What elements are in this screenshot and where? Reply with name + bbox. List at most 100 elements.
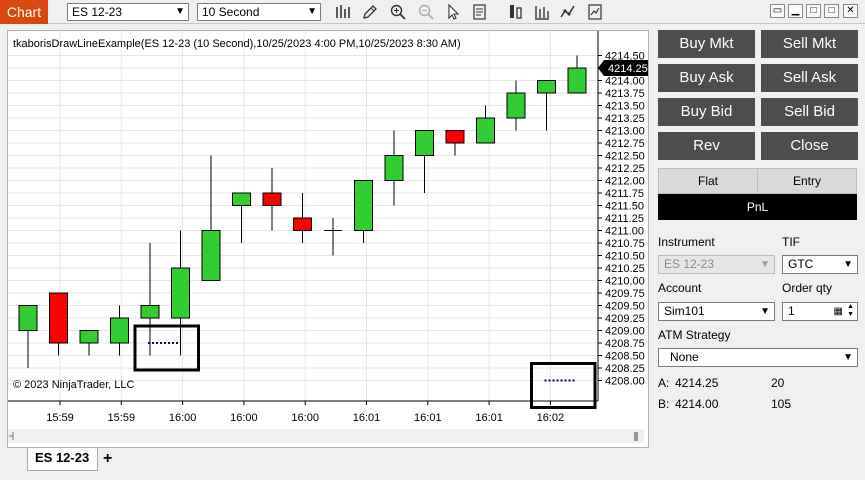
- add-tab-button[interactable]: +: [103, 450, 112, 468]
- zoom-in-icon[interactable]: [389, 3, 407, 21]
- rev-button[interactable]: Rev: [658, 132, 755, 160]
- candle-up: [384, 155, 404, 181]
- instrument-selector-value: ES 12-23: [72, 5, 123, 19]
- candle-up: [18, 305, 38, 331]
- tif-select[interactable]: GTC ▼: [782, 255, 858, 274]
- atm-strategy-label: ATM Strategy: [658, 328, 731, 342]
- position-status: Flat: [658, 168, 758, 194]
- candle-down: [262, 192, 282, 206]
- x-tick-label: 16:01: [414, 412, 442, 424]
- bar-type-icon[interactable]: [334, 3, 352, 21]
- candle-down: [49, 292, 68, 344]
- instrument-selector[interactable]: ES 12-23 ▼: [67, 3, 189, 21]
- calculator-icon[interactable]: ▦: [834, 303, 843, 320]
- chevron-down-icon: ▼: [760, 306, 770, 317]
- interval-selector-value: 10 Second: [202, 5, 260, 19]
- x-tick-label: 16:00: [230, 412, 258, 424]
- x-tick-label: 15:59: [46, 412, 74, 424]
- ask-label: A:: [658, 376, 670, 390]
- y-tick-label: 4211.50: [605, 201, 644, 213]
- account-select[interactable]: Sim101 ▼: [658, 302, 775, 321]
- tab-es-12-23[interactable]: ES 12-23: [27, 448, 98, 471]
- highlight-box[interactable]: [133, 324, 200, 372]
- candle-up: [79, 330, 99, 344]
- atm-strategy-select[interactable]: None ▼: [658, 348, 858, 367]
- y-tick-label: 4212.50: [605, 151, 645, 163]
- app-tag: Chart: [0, 0, 48, 24]
- y-tick-label: 4210.00: [605, 276, 645, 288]
- y-tick-label: 4213.00: [605, 126, 645, 138]
- y-tick-label: 4210.50: [605, 251, 645, 263]
- chevron-down-icon: ▼: [175, 6, 185, 17]
- y-tick-label: 4211.25: [605, 213, 644, 225]
- buy-ask-button[interactable]: Buy Ask: [658, 64, 755, 92]
- y-tick-label: 4209.75: [605, 288, 645, 300]
- candle-up: [232, 192, 251, 206]
- ask-price: 4214.25: [675, 376, 719, 390]
- close-icon[interactable]: ✕: [843, 4, 858, 18]
- y-tick-label: 4209.50: [605, 301, 645, 313]
- candle-up: [476, 117, 495, 144]
- y-tick-label: 4210.25: [605, 263, 645, 275]
- pointer-icon[interactable]: [444, 3, 462, 21]
- instrument-field: ES 12-23 ▼: [658, 255, 775, 274]
- y-tick-label: 4212.25: [605, 163, 645, 175]
- bid-size: 105: [771, 397, 792, 411]
- chart-trader-icon[interactable]: [507, 3, 525, 21]
- candle-up: [171, 267, 190, 319]
- buy-bid-button[interactable]: Buy Bid: [658, 98, 755, 126]
- candle-up: [415, 130, 434, 156]
- order-qty-label: Order qty: [782, 281, 833, 295]
- bid-price: 4214.00: [675, 397, 719, 411]
- strategies-icon[interactable]: [586, 3, 604, 21]
- buy-mkt-button[interactable]: Buy Mkt: [658, 30, 755, 58]
- bid-label: B:: [658, 397, 670, 411]
- order-qty-field[interactable]: 1 ▦ ▲ ▼: [782, 302, 858, 321]
- scrollbar-thumb[interactable]: [634, 432, 638, 441]
- minimize-icon[interactable]: ▁: [788, 4, 803, 18]
- candle-up: [567, 67, 587, 94]
- interval-selector[interactable]: 10 Second ▼: [197, 3, 321, 21]
- y-tick-label: 4208.75: [605, 338, 645, 350]
- y-tick-label: 4210.75: [605, 238, 645, 250]
- x-tick-label: 15:59: [108, 412, 136, 424]
- chevron-down-icon: ▼: [843, 259, 853, 270]
- y-tick-label: 4214.00: [605, 76, 645, 88]
- close-position-button[interactable]: Close: [761, 132, 858, 160]
- data-box-icon[interactable]: [533, 3, 551, 21]
- sell-mkt-button[interactable]: Sell Mkt: [761, 30, 858, 58]
- y-tick-label: 4211.00: [605, 226, 644, 238]
- y-tick-label: 4209.00: [605, 326, 645, 338]
- candle-up: [201, 230, 221, 281]
- chart-tab-bar: ES 12-23 +: [0, 448, 865, 480]
- pnl-display: PnL: [658, 194, 857, 220]
- draw-pencil-icon[interactable]: [361, 3, 379, 21]
- chevron-down-icon: ▼: [307, 6, 317, 17]
- secondary-maximize-icon[interactable]: □: [824, 4, 839, 18]
- maximize-icon[interactable]: □: [806, 4, 821, 18]
- candle-up: [110, 317, 129, 344]
- y-tick-label: 4211.75: [605, 188, 644, 200]
- y-tick-label: 4208.50: [605, 351, 645, 363]
- x-tick-label: 16:00: [169, 412, 197, 424]
- zoom-out-icon[interactable]: [417, 3, 435, 21]
- chart-panel[interactable]: 4214.504214.254214.004213.754213.504213.…: [7, 30, 649, 448]
- y-tick-label: 4209.25: [605, 313, 645, 325]
- account-label: Account: [658, 281, 702, 295]
- x-tick-label: 16:01: [475, 412, 503, 424]
- restore-icon[interactable]: ▭: [770, 4, 785, 18]
- stepper-icon[interactable]: ▲ ▼: [847, 303, 854, 319]
- chart-title: tkaborisDrawLineExample(ES 12-23 (10 Sec…: [13, 38, 461, 50]
- candle-up: [354, 180, 373, 231]
- atm-strategy-value: None: [670, 350, 699, 364]
- properties-icon[interactable]: [471, 3, 489, 21]
- y-tick-label: 4213.50: [605, 101, 645, 113]
- horizontal-scrollbar[interactable]: [8, 429, 644, 443]
- candle-up: [140, 305, 160, 319]
- x-tick-label: 16:00: [291, 412, 319, 424]
- x-tick-label: 16:02: [537, 412, 565, 424]
- indicators-icon[interactable]: [559, 3, 577, 21]
- sell-bid-button[interactable]: Sell Bid: [761, 98, 858, 126]
- sell-ask-button[interactable]: Sell Ask: [761, 64, 858, 92]
- candle-down: [445, 130, 465, 144]
